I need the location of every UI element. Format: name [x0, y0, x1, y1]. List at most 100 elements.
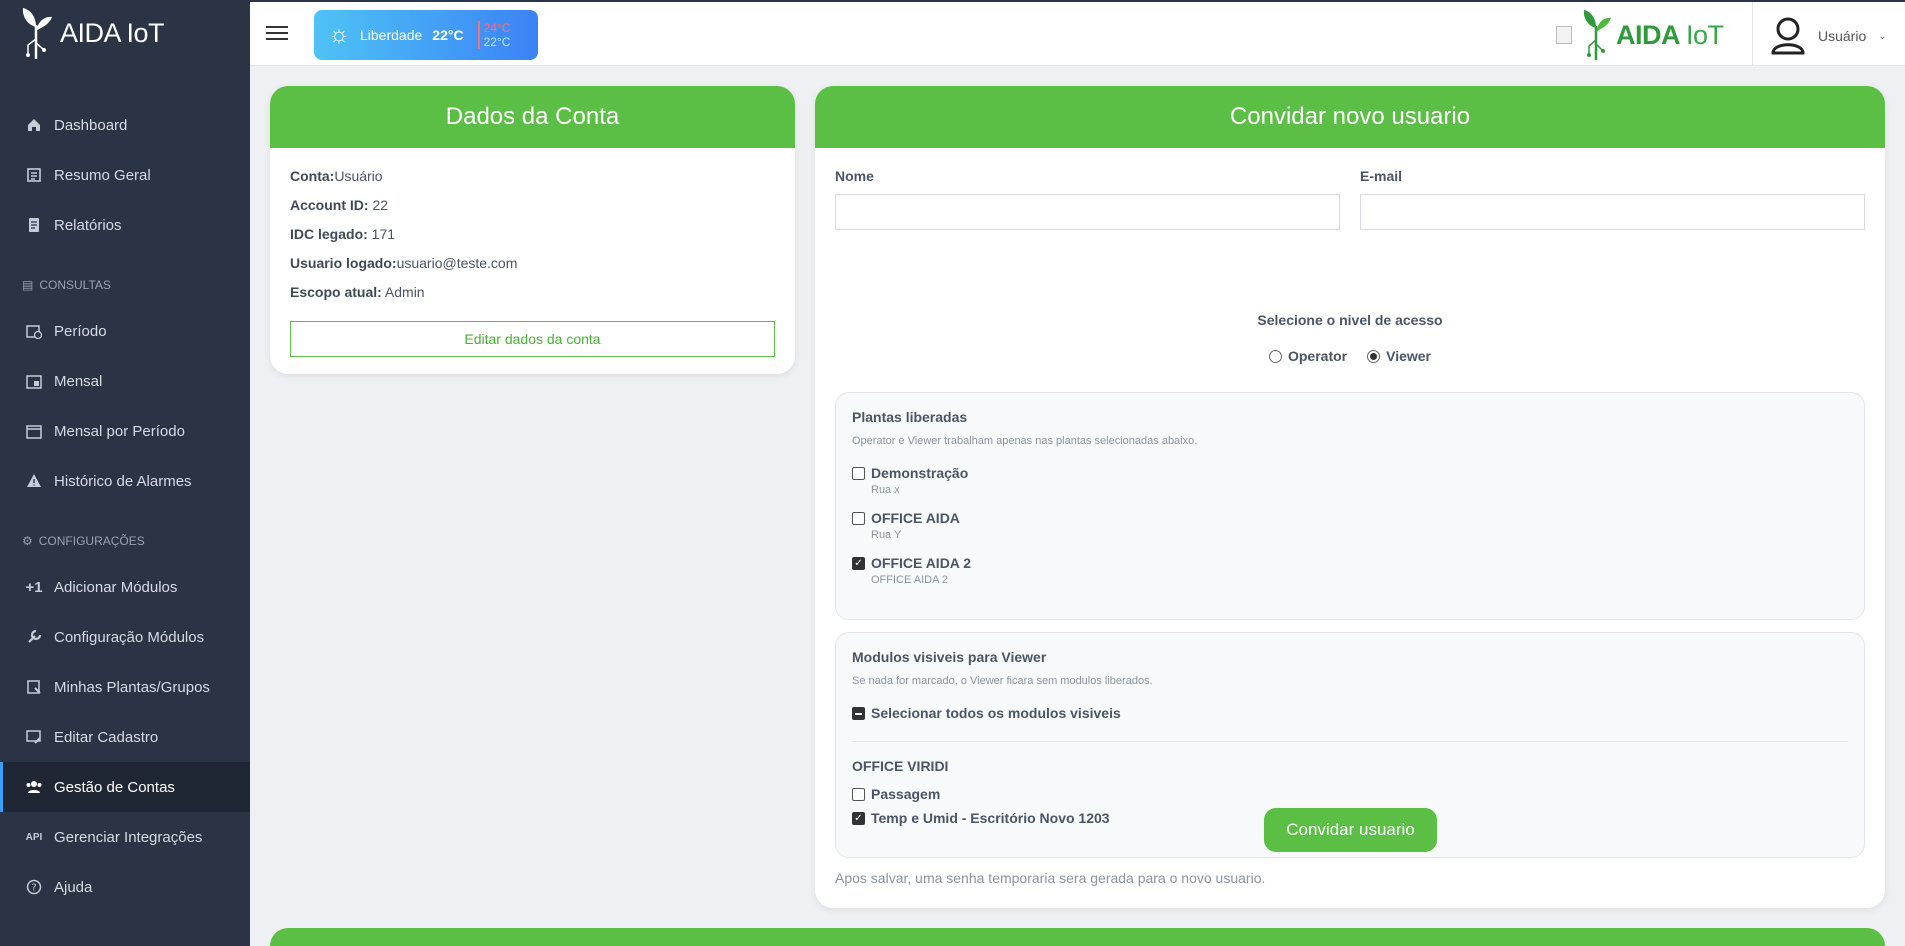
- calendar-icon: [24, 371, 44, 391]
- account-escopo: Escopo atual: Admin: [290, 284, 425, 300]
- radio-viewer[interactable]: Viewer: [1367, 348, 1431, 364]
- select-all-modules[interactable]: Selecionar todos os modulos visiveis: [852, 705, 1848, 721]
- sidebar-item-mensal-por-periodo[interactable]: Mensal por Período: [0, 406, 250, 456]
- plants-title: Plantas liberadas: [852, 409, 968, 425]
- sidebar-nav-consultas: Período Mensal Mensal por Período Histór…: [0, 306, 250, 506]
- sidebar-item-ajuda[interactable]: ? Ajuda: [0, 862, 250, 912]
- email-field-group: E-mail: [1360, 168, 1865, 230]
- name-input[interactable]: [835, 194, 1340, 230]
- sidebar-item-dashboard[interactable]: Dashboard: [0, 100, 250, 150]
- account-card: Dados da Conta Conta:Usuário Account ID:…: [270, 86, 795, 374]
- brand-logo[interactable]: AIDA IoT: [0, 0, 250, 66]
- checkbox-checked[interactable]: ✓: [852, 812, 865, 825]
- plus-icon: +1: [25, 578, 43, 596]
- invite-user-button[interactable]: Convidar usuario: [1264, 808, 1437, 852]
- plants-subtitle: Operator e Viewer trabalham apenas nas p…: [852, 435, 1198, 447]
- plant-checkbox-office-aida-2[interactable]: ✓ OFFICE AIDA 2 OFFICE AIDA 2: [852, 555, 1848, 586]
- svg-text:?: ?: [31, 883, 36, 894]
- email-label: E-mail: [1360, 168, 1403, 184]
- email-input[interactable]: [1360, 194, 1865, 230]
- sidebar-item-label: Gerenciar Integrações: [54, 828, 203, 846]
- sidebar-item-mensal[interactable]: Mensal: [0, 356, 250, 406]
- sidebar-item-label: Adicionar Módulos: [54, 578, 178, 596]
- weather-minmax: 24°C 22°C: [477, 21, 511, 49]
- checkbox-checked[interactable]: ✓: [852, 557, 865, 570]
- sidebar-item-resumo-geral[interactable]: Resumo Geral: [0, 150, 250, 200]
- gear-icon: ⚙: [22, 534, 33, 548]
- sidebar: AIDA IoT Dashboard Resumo Geral Relatóri…: [0, 0, 250, 946]
- checkbox-indeterminate[interactable]: [852, 707, 865, 720]
- account-idc-legado: IDC legado: 171: [290, 226, 396, 242]
- sidebar-item-adicionar-modulos[interactable]: +1 Adicionar Módulos: [0, 562, 250, 612]
- sidebar-item-label: Relatórios: [54, 216, 122, 234]
- sidebar-item-label: Resumo Geral: [54, 166, 151, 184]
- access-level-options: Operator Viewer: [815, 348, 1885, 364]
- chart-icon: ▤: [22, 278, 34, 292]
- invite-card: Convidar novo usuario Nome E-mail Seleci…: [815, 86, 1885, 908]
- sidebar-item-periodo[interactable]: Período: [0, 306, 250, 356]
- invite-card-title: Convidar novo usuario: [815, 86, 1885, 148]
- weather-temp: 22°C: [432, 27, 464, 43]
- next-card-header: [270, 928, 1885, 946]
- sidebar-item-label: Editar Cadastro: [54, 728, 159, 746]
- weather-city: Liberdade: [360, 27, 423, 43]
- plant-checkbox-demonstracao[interactable]: Demonstração Rua x: [852, 465, 1848, 496]
- topbar: ☼ Liberdade 22°C 24°C 22°C AIDA IoT Usuá…: [250, 0, 1905, 66]
- sidebar-item-historico-alarmes[interactable]: Histórico de Alarmes: [0, 456, 250, 506]
- sidebar-item-relatorios[interactable]: Relatórios: [0, 200, 250, 250]
- help-icon: ?: [24, 877, 44, 897]
- report-icon: [24, 215, 44, 235]
- account-id: Account ID: 22: [290, 197, 389, 213]
- sidebar-item-minhas-plantas[interactable]: Minhas Plantas/Grupos: [0, 662, 250, 712]
- weather-max: 24°C: [483, 21, 511, 35]
- plant-logo-icon: [1583, 10, 1611, 60]
- edit-icon: [24, 727, 44, 747]
- chevron-down-icon: ⌄: [1878, 30, 1887, 42]
- wrench-icon: [24, 627, 44, 647]
- user-name: Usuário: [1818, 28, 1867, 44]
- sidebar-item-label: Dashboard: [54, 116, 128, 134]
- account-card-title: Dados da Conta: [270, 86, 795, 148]
- section-consultas: ▤ CONSULTAS: [22, 278, 111, 292]
- sun-icon: ☼: [328, 21, 350, 48]
- name-label: Nome: [835, 168, 874, 184]
- plants-icon: [24, 677, 44, 697]
- sidebar-item-label: Mensal por Período: [54, 422, 185, 440]
- brand-name: AIDA IoT: [60, 17, 165, 48]
- sidebar-nav-config: +1 Adicionar Módulos Configuração Módulo…: [0, 562, 250, 912]
- checkbox[interactable]: [852, 467, 865, 480]
- section-configuracoes: ⚙ CONFIGURAÇÕES: [22, 534, 145, 548]
- weather-min: 22°C: [483, 35, 511, 49]
- checkbox[interactable]: [852, 788, 865, 801]
- module-checkbox-passagem[interactable]: Passagem: [852, 786, 1848, 802]
- sidebar-item-label: Ajuda: [54, 878, 93, 896]
- menu-toggle-icon[interactable]: [266, 22, 288, 44]
- checkbox[interactable]: [852, 512, 865, 525]
- plant-checkbox-office-aida[interactable]: OFFICE AIDA Rua Y: [852, 510, 1848, 541]
- topbar-divider: [1752, 2, 1753, 66]
- alert-icon: [24, 471, 44, 491]
- radio-operator[interactable]: Operator: [1268, 348, 1347, 364]
- calendar-clock-icon: [24, 321, 44, 341]
- radio-circle: [1268, 349, 1282, 363]
- module-group-title: OFFICE VIRIDI: [852, 758, 949, 774]
- modules-title: Modulos visiveis para Viewer: [852, 649, 1047, 665]
- sidebar-item-gestao-contas[interactable]: Gestão de Contas: [0, 762, 250, 812]
- plants-panel: Plantas liberadas Operator e Viewer trab…: [835, 392, 1865, 620]
- weather-widget[interactable]: ☼ Liberdade 22°C 24°C 22°C: [314, 10, 538, 60]
- plant-logo-icon: [22, 8, 52, 59]
- home-icon: [24, 115, 44, 135]
- user-avatar-icon: [1771, 17, 1805, 55]
- sidebar-item-label: Configuração Módulos: [54, 628, 205, 646]
- sidebar-item-editar-cadastro[interactable]: Editar Cadastro: [0, 712, 250, 762]
- edit-account-button[interactable]: Editar dados da conta: [290, 321, 775, 357]
- sidebar-item-gerenciar-integracoes[interactable]: API Gerenciar Integrações: [0, 812, 250, 862]
- access-level-title: Selecione o nivel de acesso: [1257, 312, 1443, 328]
- modules-subtitle: Se nada for marcado, o Viewer ficara sem…: [852, 675, 1153, 687]
- user-menu[interactable]: Usuário ⌄: [1770, 16, 1887, 56]
- sidebar-nav-main: Dashboard Resumo Geral Relatórios: [0, 100, 250, 250]
- sidebar-item-configuracao-modulos[interactable]: Configuração Módulos: [0, 612, 250, 662]
- radio-circle-selected: [1367, 349, 1381, 363]
- sidebar-item-label: Histórico de Alarmes: [54, 472, 192, 490]
- sidebar-item-label: Mensal: [54, 372, 103, 390]
